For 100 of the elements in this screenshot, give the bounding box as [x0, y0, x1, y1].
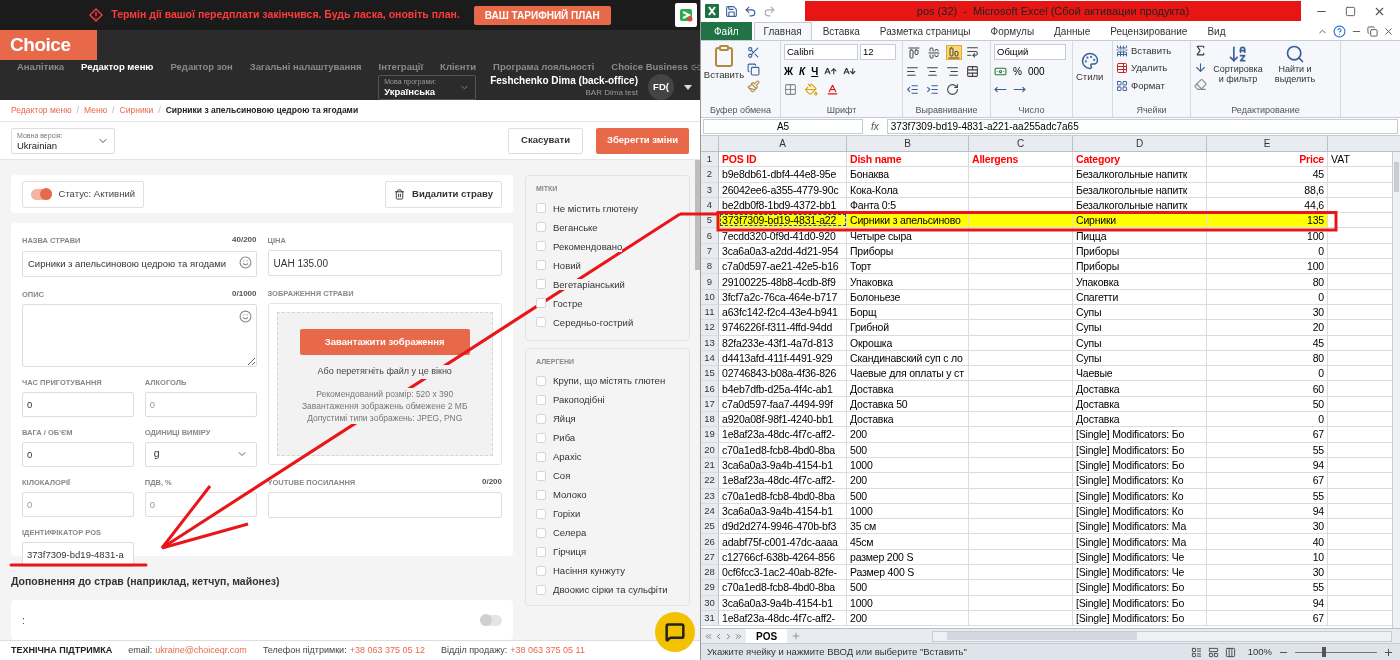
align-left-icon[interactable] [906, 65, 919, 78]
excel-logo-icon[interactable] [705, 4, 719, 18]
checkbox[interactable] [536, 508, 546, 519]
ribbon-tab[interactable]: Рецензирование [1101, 22, 1197, 40]
column-header[interactable]: E [1207, 136, 1328, 151]
sheet-tab[interactable]: POS [746, 628, 788, 644]
checkbox[interactable] [536, 546, 546, 557]
input-field[interactable]: 0 [22, 391, 134, 417]
italic-button[interactable]: К [799, 64, 806, 79]
next-sheet-icon[interactable] [724, 631, 733, 641]
font-size-select[interactable]: 12 [860, 44, 896, 60]
unit-select[interactable]: g [144, 441, 257, 467]
checkbox[interactable] [536, 222, 546, 232]
ribbon-tab[interactable]: Главная [753, 22, 812, 40]
copy-icon[interactable] [747, 63, 760, 76]
row-header[interactable]: 22 [701, 473, 719, 488]
checkbox[interactable] [536, 298, 546, 308]
row-header[interactable]: 9 [701, 274, 719, 289]
row-header[interactable]: 8 [701, 259, 719, 274]
input-field[interactable]: 0 [144, 391, 257, 417]
previous-sheet-icon[interactable] [714, 631, 723, 641]
checkbox[interactable] [536, 489, 546, 500]
percent-button[interactable]: % [1013, 64, 1022, 79]
fill-down-icon[interactable] [1194, 61, 1207, 74]
ribbon-tab[interactable]: Вид [1198, 22, 1235, 40]
normal-view-icon[interactable] [1190, 646, 1202, 658]
formula-bar[interactable]: 373f7309-bd19-4831-a221-aa255adc7a65 [886, 119, 1398, 134]
row-header[interactable]: 26 [701, 534, 719, 549]
user-avatar[interactable]: FD( [648, 74, 674, 101]
delete-cells-button[interactable]: Удалить [1116, 61, 1172, 76]
restore-icon[interactable] [1367, 25, 1378, 37]
undo-icon[interactable] [744, 4, 757, 18]
vertical-scrollbar[interactable] [1392, 152, 1400, 628]
zoom-thumb[interactable] [1322, 646, 1327, 657]
scissors-icon[interactable] [747, 46, 760, 59]
insert-function-button[interactable]: fx [867, 119, 883, 134]
checkbox[interactable] [536, 241, 546, 251]
emoji-icon[interactable] [238, 256, 252, 270]
indent-decrease-icon[interactable] [906, 83, 919, 96]
number-format-select[interactable]: Общий [994, 44, 1066, 60]
wrap-text-icon[interactable] [966, 45, 979, 58]
chat-button[interactable] [655, 612, 695, 652]
checkbox[interactable] [536, 584, 546, 595]
insert-cells-button[interactable]: Вставить [1116, 44, 1172, 59]
row-header[interactable]: 25 [701, 519, 719, 534]
first-sheet-icon[interactable] [704, 631, 713, 641]
addon-toggle[interactable] [480, 614, 502, 626]
column-header[interactable]: B [847, 136, 969, 151]
breadcrumb-link[interactable]: Сирники з апельсиновою цедрою та ягодами [165, 104, 359, 117]
input-field[interactable]: 373f7309-bd19-4831-a [22, 541, 134, 567]
nav-link[interactable]: Загальні налаштування [249, 60, 362, 75]
app-icon[interactable] [675, 3, 697, 27]
delete-dish-button[interactable]: Видалити страву [385, 180, 502, 208]
column-header[interactable]: A [719, 136, 847, 151]
nav-link[interactable]: Клієнти [440, 60, 477, 75]
horizontal-scrollbar[interactable] [932, 630, 1392, 642]
file-tab[interactable]: Файл [701, 22, 752, 40]
scrollbar[interactable] [695, 160, 700, 270]
row-header[interactable]: 16 [701, 381, 719, 396]
merge-cells-icon[interactable] [966, 65, 979, 78]
checkbox[interactable] [536, 470, 546, 481]
checkbox[interactable] [536, 565, 546, 576]
checkbox[interactable] [536, 432, 546, 443]
nav-link[interactable]: Програма лояльності [493, 60, 595, 75]
nav-link[interactable]: Редактор зон [170, 60, 233, 75]
brush-icon[interactable] [747, 80, 760, 93]
youtube-link-field[interactable] [267, 492, 502, 519]
name-box[interactable]: A5 [703, 119, 863, 134]
description-field[interactable] [22, 303, 257, 367]
currency-icon[interactable] [994, 65, 1007, 78]
borders-icon[interactable] [784, 83, 797, 96]
page-break-icon[interactable] [1224, 646, 1236, 658]
checkbox[interactable] [536, 375, 546, 386]
styles-button[interactable]: Стили [1076, 44, 1104, 85]
row-header[interactable]: 28 [701, 565, 719, 580]
close-icon[interactable] [1383, 25, 1394, 37]
save-icon[interactable] [725, 4, 738, 18]
indent-increase-icon[interactable] [926, 83, 939, 96]
drop-zone[interactable]: Завантажити зображення Або перетягніть файл у це вікно Рекомендований розмір: 520 x 390 Завантаження зображень обмежене 2 МБ Допустимі типи зображень: JPEG, PNG [276, 312, 493, 457]
last-sheet-icon[interactable] [734, 631, 743, 641]
row-header[interactable]: 18 [701, 412, 719, 427]
checkbox[interactable] [536, 394, 546, 405]
row-header[interactable]: 1 [701, 152, 719, 167]
column-header[interactable]: D [1073, 136, 1207, 151]
ribbon-tab[interactable]: Вставка [813, 22, 869, 40]
font-select[interactable]: Calibri [784, 44, 858, 60]
maximize-icon[interactable] [1345, 5, 1356, 17]
input-field[interactable]: 0 [144, 491, 257, 517]
bold-button[interactable]: Ж [784, 64, 794, 79]
status-toggle[interactable] [31, 188, 52, 200]
nav-link[interactable]: Інтеграції [378, 60, 424, 75]
nav-link[interactable]: Редактор меню [81, 60, 154, 75]
nav-link[interactable]: Choice Business [611, 60, 688, 75]
redo-icon[interactable] [763, 4, 776, 18]
vertical-align-button[interactable] [926, 45, 942, 60]
checkbox[interactable] [536, 203, 546, 213]
row-header[interactable]: 12 [701, 320, 719, 335]
emoji-icon[interactable] [238, 309, 252, 323]
format-cells-button[interactable]: Формат [1116, 78, 1172, 93]
sort-filter-button[interactable]: Сортировка и фильтр [1210, 44, 1266, 84]
